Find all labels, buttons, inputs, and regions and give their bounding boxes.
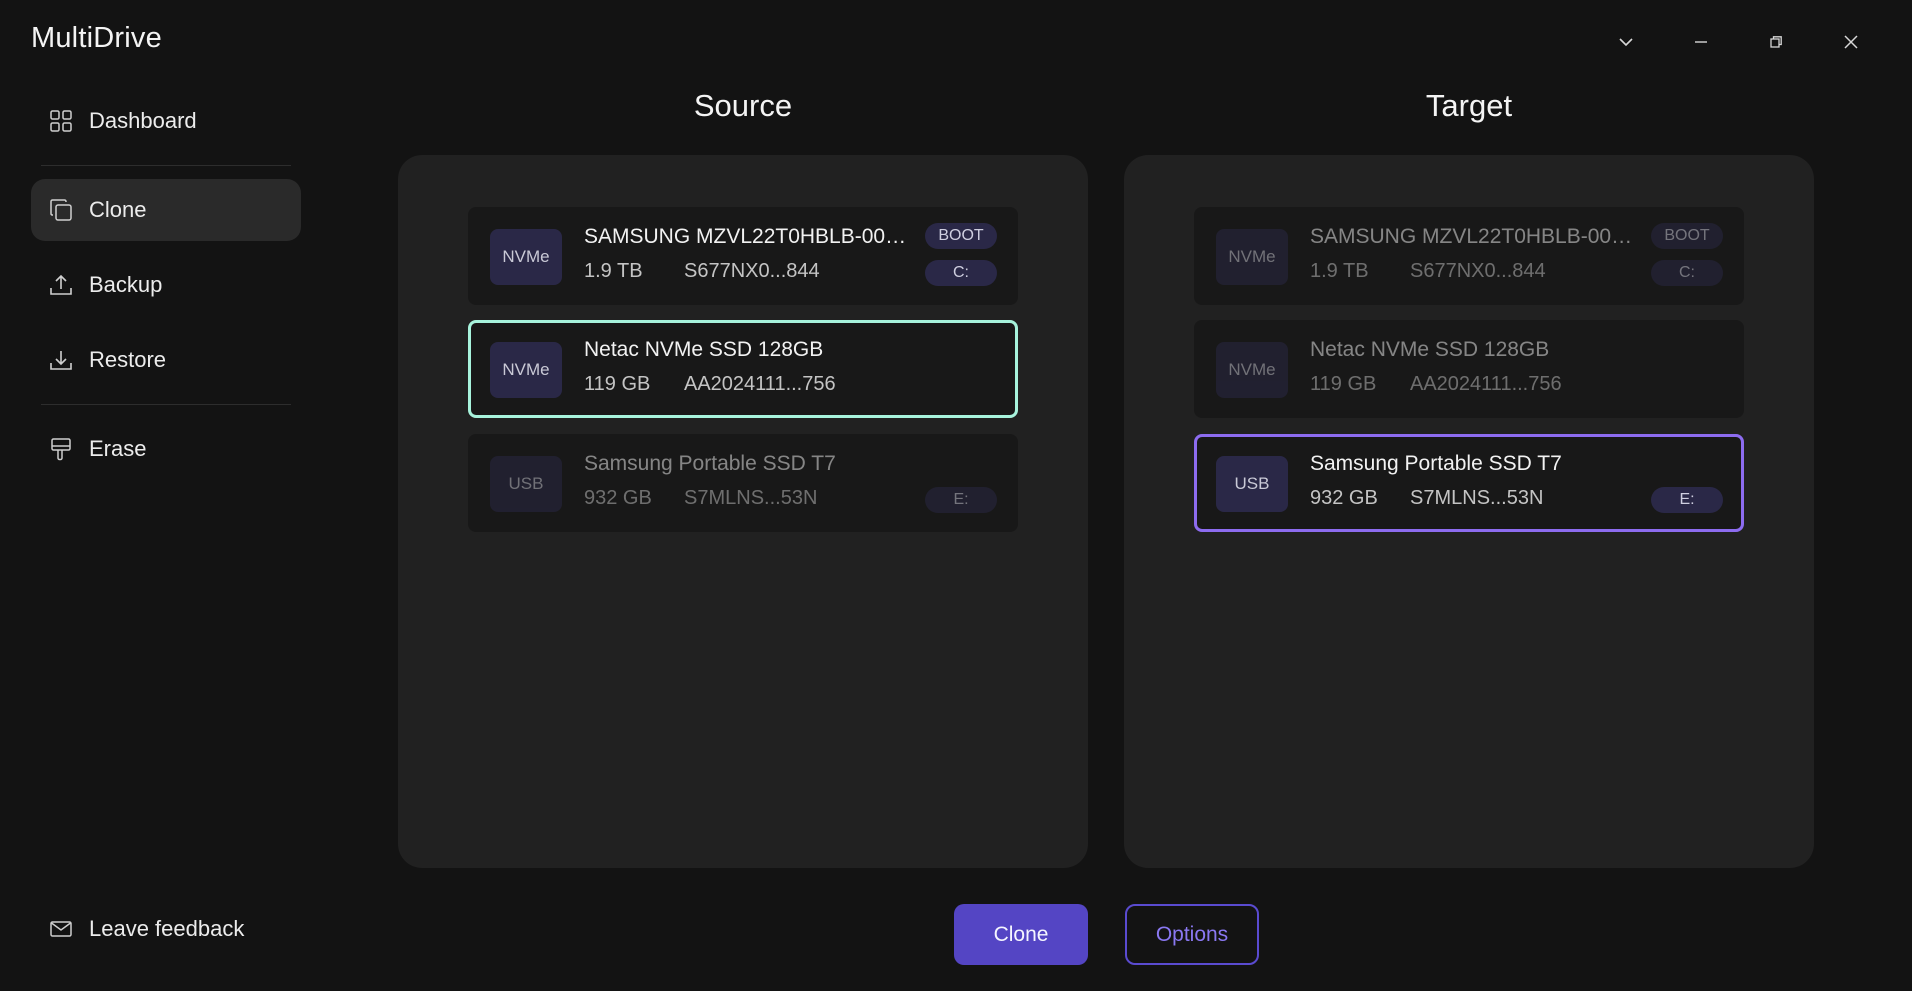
drive-serial: S7MLNS...53N	[684, 487, 818, 509]
drive-name: Samsung Portable SSD T7	[584, 452, 836, 475]
drive-type-badge: USB	[1216, 456, 1288, 512]
minimize-icon	[1694, 41, 1707, 43]
leave-feedback-link[interactable]: Leave feedback	[47, 915, 244, 943]
source-heading: Source	[693, 88, 793, 123]
drive-letter-tag: C:	[925, 260, 997, 286]
boot-tag: BOOT	[925, 223, 997, 249]
sidebar-item-erase[interactable]: Erase	[31, 418, 301, 480]
drive-serial: S677NX0...844	[1410, 260, 1546, 282]
drive-size: 1.9 TB	[584, 260, 643, 282]
target-drive-card-disabled: NVMe Netac NVMe SSD 128GB 119 GB AA20241…	[1194, 320, 1744, 418]
close-icon	[1843, 35, 1858, 49]
drive-type-badge: NVMe	[1216, 342, 1288, 398]
sidebar-item-backup[interactable]: Backup	[31, 254, 301, 316]
source-drive-card-selected[interactable]: NVMe Netac NVMe SSD 128GB 119 GB AA20241…	[468, 320, 1018, 418]
source-drive-card-disabled: USB Samsung Portable SSD T7 932 GB S7MLN…	[468, 434, 1018, 532]
drive-size: 119 GB	[1310, 373, 1377, 395]
sidebar-item-label: Restore	[89, 347, 167, 372]
eraser-icon	[47, 435, 75, 463]
drive-serial: S7MLNS...53N	[1410, 487, 1544, 509]
drive-serial: AA2024111...756	[684, 373, 836, 395]
feedback-label: Leave feedback	[89, 916, 245, 941]
source-panel: NVMe SAMSUNG MZVL22T0HBLB-00B... 1.9 TB …	[398, 155, 1088, 868]
drive-letter-tag: E:	[925, 487, 997, 513]
drive-letter-tag: C:	[1651, 260, 1723, 286]
options-button[interactable]: Options	[1125, 904, 1259, 965]
sidebar-item-label: Backup	[89, 272, 163, 297]
mail-icon	[47, 915, 75, 943]
close-button[interactable]	[1813, 24, 1888, 60]
copy-icon	[47, 196, 75, 224]
sidebar-divider	[41, 404, 291, 405]
minimize-button[interactable]	[1663, 24, 1738, 60]
upload-icon	[47, 271, 75, 299]
sidebar-item-dashboard[interactable]: Dashboard	[31, 90, 301, 152]
drive-name: Netac NVMe SSD 128GB	[584, 338, 824, 361]
sidebar: Dashboard Clone Backup Restore Erase	[31, 0, 301, 991]
drive-serial: AA2024111...756	[1410, 373, 1562, 395]
drive-name: SAMSUNG MZVL22T0HBLB-00B...	[584, 225, 914, 248]
drive-size: 932 GB	[584, 487, 652, 509]
drive-letter-tag: E:	[1651, 487, 1723, 513]
drive-type-badge: NVMe	[490, 342, 562, 398]
sidebar-item-label: Dashboard	[89, 108, 197, 133]
sidebar-divider	[41, 165, 291, 166]
restore-button[interactable]	[1738, 24, 1813, 60]
drive-name: SAMSUNG MZVL22T0HBLB-00B...	[1310, 225, 1640, 248]
target-drive-card-disabled: NVMe SAMSUNG MZVL22T0HBLB-00B... 1.9 TB …	[1194, 207, 1744, 305]
grid-icon	[47, 107, 75, 135]
target-panel: NVMe SAMSUNG MZVL22T0HBLB-00B... 1.9 TB …	[1124, 155, 1814, 868]
dropdown-button[interactable]	[1588, 24, 1663, 60]
drive-serial: S677NX0...844	[684, 260, 820, 282]
sidebar-item-label: Clone	[89, 197, 147, 222]
source-drive-card[interactable]: NVMe SAMSUNG MZVL22T0HBLB-00B... 1.9 TB …	[468, 207, 1018, 305]
sidebar-item-label: Erase	[89, 436, 147, 461]
drive-size: 119 GB	[584, 373, 651, 395]
sidebar-item-restore[interactable]: Restore	[31, 329, 301, 391]
drive-name: Netac NVMe SSD 128GB	[1310, 338, 1550, 361]
boot-tag: BOOT	[1651, 223, 1723, 249]
download-icon	[47, 346, 75, 374]
drive-type-badge: NVMe	[490, 229, 562, 285]
drive-name: Samsung Portable SSD T7	[1310, 452, 1562, 475]
clone-button[interactable]: Clone	[954, 904, 1088, 965]
target-heading: Target	[1425, 88, 1513, 123]
drive-size: 1.9 TB	[1310, 260, 1369, 282]
drive-type-badge: NVMe	[1216, 229, 1288, 285]
sidebar-item-clone[interactable]: Clone	[31, 179, 301, 241]
drive-size: 932 GB	[1310, 487, 1378, 509]
app-window: MultiDrive Dashboard Clone Backup Restor…	[0, 0, 1912, 991]
restore-icon	[1769, 36, 1782, 48]
chevron-down-icon	[1618, 38, 1633, 47]
drive-type-badge: USB	[490, 456, 562, 512]
window-controls	[1588, 24, 1888, 60]
target-drive-card-selected[interactable]: USB Samsung Portable SSD T7 932 GB S7MLN…	[1194, 434, 1744, 532]
